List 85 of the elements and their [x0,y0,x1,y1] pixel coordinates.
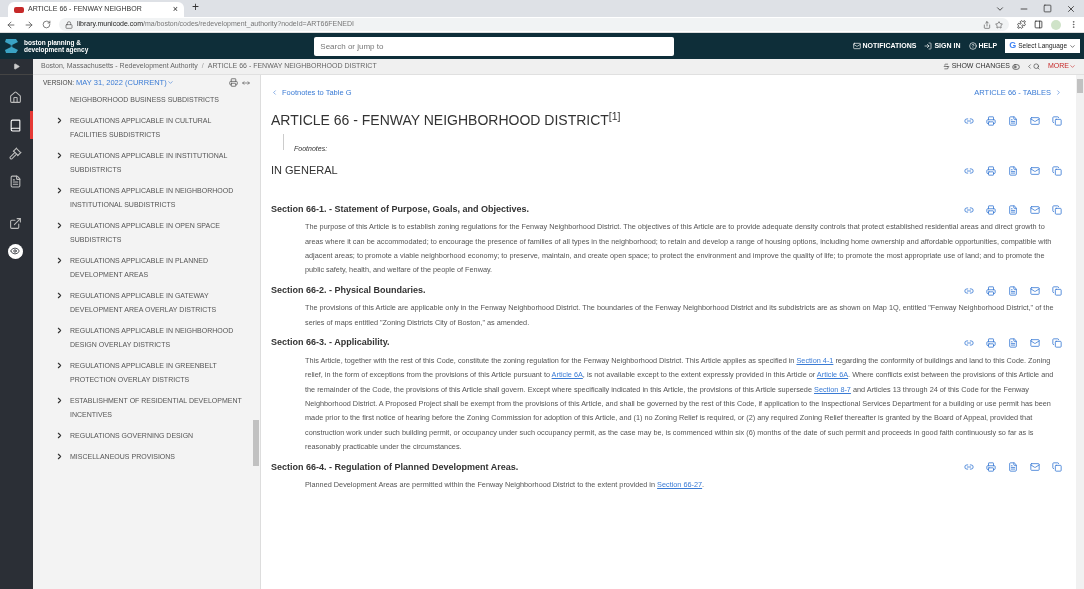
pdf-icon[interactable] [1008,285,1018,296]
caret-icon[interactable] [1026,63,1033,70]
copy-icon[interactable] [1052,462,1062,473]
menu-icon[interactable] [1069,20,1078,29]
forward-icon[interactable] [24,19,34,30]
print-icon[interactable] [986,462,996,473]
print-icon[interactable] [986,285,996,296]
link-icon[interactable] [964,337,974,348]
email-icon[interactable] [1030,165,1040,176]
strikethrough-icon [942,63,950,70]
tab-close[interactable]: × [172,2,178,17]
pdf-icon[interactable] [1008,462,1018,473]
envelope-icon [852,42,861,50]
reload-icon[interactable] [42,20,51,29]
expand-chevron-icon[interactable] [55,291,64,300]
link-icon[interactable] [964,165,974,176]
link-icon[interactable] [964,285,974,296]
logo-icon [4,37,20,55]
copy-icon[interactable] [1052,115,1062,126]
caret-icon [1069,42,1076,50]
section-heading: Section 66-4. - Regulation of Planned Development Areas. [271,460,520,474]
expand-chevron-icon[interactable] [55,326,64,335]
document-icon[interactable] [8,174,22,188]
pdf-icon[interactable] [1008,115,1018,126]
expand-chevron-icon[interactable] [55,396,64,405]
book-icon[interactable] [8,118,22,132]
gavel-icon[interactable] [8,146,22,160]
expand-chevron-icon[interactable] [55,221,64,230]
external-link-icon[interactable] [8,216,22,230]
expand-chevron-icon[interactable] [55,151,64,160]
new-tab-button[interactable]: + [192,0,199,16]
pdf-icon[interactable] [1008,165,1018,176]
home-icon[interactable] [8,90,22,104]
chevron-left-icon[interactable] [271,89,278,97]
close-icon[interactable] [1066,3,1076,14]
search-field[interactable]: Search or jump to [314,36,675,56]
print-icon[interactable] [986,165,996,176]
eye-icon[interactable] [7,243,23,259]
section-heading: Section 66-2. - Physical Boundaries. [271,283,427,297]
group-heading: IN GENERAL [271,163,339,179]
pdf-icon[interactable] [1008,204,1018,215]
chevron-right-icon[interactable] [1055,89,1062,97]
back-icon[interactable] [6,19,16,30]
copy-icon[interactable] [1052,337,1062,348]
email-icon[interactable] [1030,337,1040,348]
link-icon[interactable] [964,115,974,126]
copy-icon[interactable] [1052,285,1062,296]
caret-icon [1069,63,1076,70]
sign-in-icon [924,42,933,50]
email-icon[interactable] [1030,285,1040,296]
print-icon[interactable] [986,204,996,215]
toggle-icon[interactable] [1012,62,1020,71]
email-icon[interactable] [1030,462,1040,473]
share-icon[interactable] [983,20,991,29]
extensions-icon[interactable] [1017,20,1026,29]
google-mark: G [1009,39,1017,53]
scrollbar[interactable] [1076,75,1084,589]
email-icon[interactable] [1030,115,1040,126]
copy-icon[interactable] [1052,204,1062,215]
pdf-icon[interactable] [1008,337,1018,348]
side-panel-icon[interactable] [1034,20,1043,29]
help-icon [968,42,977,50]
expand-chevron-icon[interactable] [55,431,64,440]
resize-icon[interactable] [242,78,250,87]
expand-icon[interactable] [13,63,20,70]
expand-chevron-icon[interactable] [55,452,64,461]
print-icon[interactable] [986,337,996,348]
maximize-icon[interactable] [1043,4,1052,13]
section-heading: Section 66-1. - Statement of Purpose, Goals, and Objectives. [271,202,531,216]
link-icon[interactable] [964,462,974,473]
site-icon [14,6,24,13]
search-icon[interactable] [1033,63,1040,70]
section-heading: Section 66-3. - Applicability. [271,336,391,350]
expand-chevron-icon[interactable] [55,186,64,195]
expand-chevron-icon[interactable] [55,361,64,370]
link-icon[interactable] [964,204,974,215]
expand-chevron-icon[interactable] [55,116,64,125]
print-icon[interactable] [986,115,996,126]
lock-icon [65,20,73,29]
article-title: ARTICLE 66 - FENWAY NEIGHBORHOOD DISTRICT$^{[1]}$ [271,110,622,131]
bookmark-icon[interactable] [995,20,1003,29]
expand-chevron-icon[interactable] [55,256,64,265]
print-icon[interactable] [229,78,238,87]
copy-icon[interactable] [1052,165,1062,176]
email-icon[interactable] [1030,204,1040,215]
